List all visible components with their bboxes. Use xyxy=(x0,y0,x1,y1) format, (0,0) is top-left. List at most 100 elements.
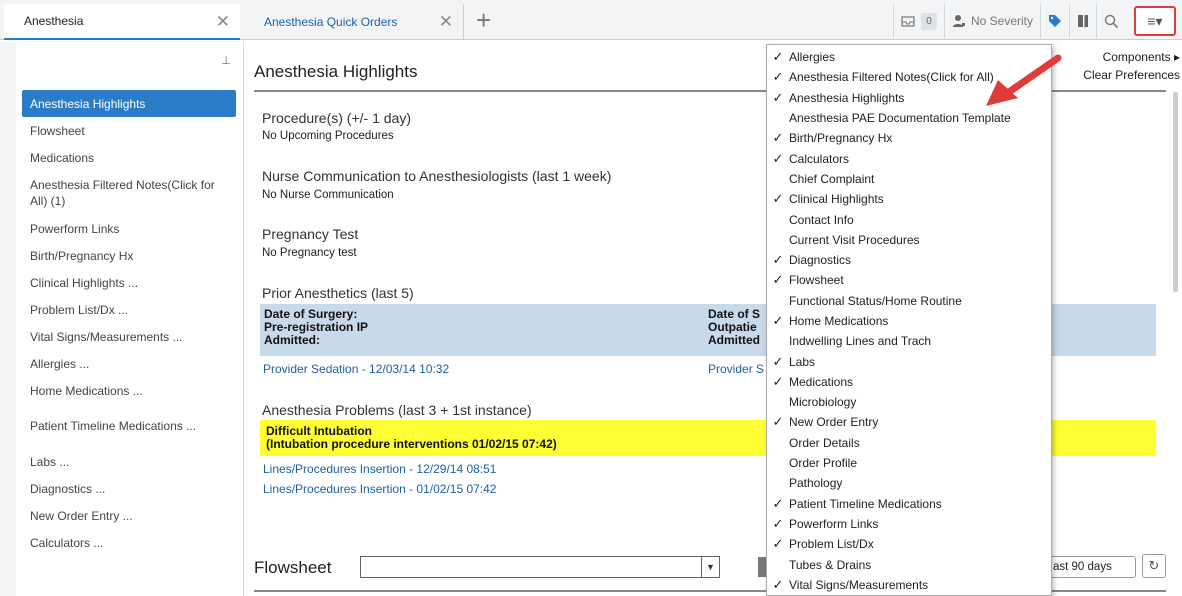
sidebar-item-clinical-highlights[interactable]: Clinical Highlights ... xyxy=(22,269,236,296)
dropdown-item-label: Flowsheet xyxy=(789,273,844,288)
tab-label: Anesthesia Quick Orders xyxy=(264,15,398,29)
nurse-communication-value: No Nurse Communication xyxy=(262,189,394,201)
inbox-icon xyxy=(901,16,915,27)
sidebar-item-birth-pregnancy-hx[interactable]: Birth/Pregnancy Hx xyxy=(22,242,236,269)
dropdown-item[interactable]: Functional Status/Home Routine xyxy=(767,291,1051,311)
dropdown-item-label: Allergies xyxy=(789,50,836,65)
checkmark-icon: ✓ xyxy=(772,536,784,552)
dropdown-item[interactable]: Chief Complaint xyxy=(767,169,1051,189)
checkmark-icon: ✓ xyxy=(772,150,784,166)
nurse-communication-title: Nurse Communication to Anesthesiologists… xyxy=(262,168,612,184)
sidebar-item-flowsheet[interactable]: Flowsheet xyxy=(22,117,236,144)
severity-button[interactable]: No Severity xyxy=(943,4,1040,38)
procedures-title: Procedure(s) (+/- 1 day) xyxy=(262,110,411,126)
sidebar-item-vital-signs[interactable]: Vital Signs/Measurements ... xyxy=(22,323,236,350)
search-button[interactable] xyxy=(1096,4,1126,38)
dropdown-item[interactable]: ✓ Problem List/Dx xyxy=(767,534,1051,554)
dropdown-item[interactable]: ✓ Powerform Links xyxy=(767,514,1051,534)
checkmark-icon: ✓ xyxy=(772,515,784,531)
tab-anesthesia[interactable]: Anesthesia ✕ xyxy=(4,4,240,40)
vertical-scrollbar[interactable] xyxy=(1173,92,1178,292)
dropdown-item-label: Anesthesia Filtered Notes(Click for All) xyxy=(789,70,994,85)
dropdown-item-label: Clinical Highlights xyxy=(789,192,884,207)
components-dropdown: ✓ Allergies ✓ Anesthesia Filtered Notes(Cli… xyxy=(766,44,1052,596)
tag-icon xyxy=(1049,15,1061,27)
toolbar: 0 No Severity ≡▾ xyxy=(892,4,1176,38)
clear-preferences-menu-item[interactable]: Clear Preferences xyxy=(1052,66,1182,84)
dropdown-item-label: Home Medications xyxy=(789,314,889,328)
close-icon[interactable]: ✕ xyxy=(439,13,453,30)
pregnancy-test-value: No Pregnancy test xyxy=(262,247,357,259)
lines-procedures-link[interactable]: Lines/Procedures Insertion - 12/29/14 08… xyxy=(263,462,496,476)
checkmark-icon: ✓ xyxy=(772,373,784,389)
dropdown-item[interactable]: ✓ Diagnostics xyxy=(767,250,1051,270)
dropdown-item[interactable]: ✓ Home Medications xyxy=(767,311,1051,331)
dropdown-item[interactable]: Current Visit Procedures xyxy=(767,230,1051,250)
dropdown-item-label: Powerform Links xyxy=(789,516,879,531)
prior-anesthetics-title: Prior Anesthetics (last 5) xyxy=(262,285,414,301)
dropdown-item-label: Current Visit Procedures xyxy=(789,232,920,247)
book-button[interactable] xyxy=(1069,4,1096,38)
dropdown-item[interactable]: ✓ Vital Signs/Measurements xyxy=(767,575,1051,595)
sidebar-item-allergies[interactable]: Allergies ... xyxy=(22,350,236,377)
menu-button[interactable]: ≡▾ xyxy=(1134,6,1176,36)
checkmark-icon: ✓ xyxy=(772,495,784,511)
add-tab-icon[interactable]: + xyxy=(476,6,491,34)
sidebar-item-anesthesia-filtered-notes[interactable]: Anesthesia Filtered Notes(Click for All)… xyxy=(22,171,236,215)
sidebar-item-home-medications[interactable]: Home Medications ... xyxy=(22,377,236,404)
flowsheet-select[interactable]: ▼ xyxy=(360,556,720,578)
dropdown-item[interactable]: ✓ Calculators xyxy=(767,148,1051,168)
dropdown-item[interactable]: ✓ Birth/Pregnancy Hx xyxy=(767,128,1051,148)
sidebar-item-labs[interactable]: Labs ... xyxy=(22,448,236,475)
lines-procedures-link[interactable]: Lines/Procedures Insertion - 01/02/15 07… xyxy=(263,482,496,496)
dropdown-item-label: Anesthesia Highlights xyxy=(789,90,905,105)
checkmark-icon: ✓ xyxy=(772,252,784,268)
checkmark-icon: ✓ xyxy=(772,69,784,85)
dropdown-item-label: Diagnostics xyxy=(789,253,852,268)
dropdown-item[interactable]: ✓ Labs xyxy=(767,351,1051,371)
dropdown-item[interactable]: Microbiology xyxy=(767,392,1051,412)
checkmark-icon: ✓ xyxy=(772,89,784,105)
refresh-icon[interactable]: ↻ xyxy=(1142,554,1166,578)
problem-detail: (Intubation procedure interventions 01/0… xyxy=(266,437,557,451)
inbox-button[interactable]: 0 xyxy=(892,4,944,38)
dropdown-item[interactable]: Tubes & Drains xyxy=(767,554,1051,574)
sidebar-item-problem-list[interactable]: Problem List/Dx ... xyxy=(22,296,236,323)
dropdown-item[interactable]: ✓ Patient Timeline Medications xyxy=(767,494,1051,514)
procedures-value: No Upcoming Procedures xyxy=(262,130,394,142)
dropdown-item[interactable]: Order Details xyxy=(767,433,1051,453)
sidebar-item-medications[interactable]: Medications xyxy=(22,144,236,171)
tab-label: Anesthesia xyxy=(24,14,84,28)
user-icon xyxy=(952,15,965,27)
sidebar-item-calculators[interactable]: Calculators ... xyxy=(22,529,236,556)
dropdown-item[interactable]: ✓ Medications xyxy=(767,372,1051,392)
sidebar-item-new-order-entry[interactable]: New Order Entry ... xyxy=(22,502,236,529)
dropdown-item[interactable]: Indwelling Lines and Trach xyxy=(767,331,1051,351)
tab-anesthesia-quick-orders[interactable]: Anesthesia Quick Orders ✕ xyxy=(248,4,464,40)
dropdown-item[interactable]: ✓ Flowsheet xyxy=(767,270,1051,290)
dropdown-item[interactable]: Contact Info xyxy=(767,209,1051,229)
sidebar-item-powerform-links[interactable]: Powerform Links xyxy=(22,215,236,242)
components-menu-item[interactable]: Components ▸ xyxy=(1052,48,1182,66)
date-range-button[interactable]: ast 90 days xyxy=(1046,556,1136,578)
dropdown-item[interactable]: Pathology xyxy=(767,473,1051,493)
checkmark-icon: ✓ xyxy=(772,191,784,207)
pregnancy-test-title: Pregnancy Test xyxy=(262,226,359,242)
dropdown-item-label: Labs xyxy=(789,354,816,369)
dropdown-item-label: Chief Complaint xyxy=(789,171,875,186)
dropdown-item[interactable]: ✓ New Order Entry xyxy=(767,412,1051,432)
tag-button[interactable] xyxy=(1040,4,1069,38)
checkmark-icon: ✓ xyxy=(772,414,784,430)
sidebar-item-anesthesia-highlights[interactable]: Anesthesia Highlights xyxy=(22,90,236,117)
dropdown-item[interactable]: Anesthesia PAE Documentation Template xyxy=(767,108,1051,128)
dropdown-item[interactable]: ✓ Clinical Highlights xyxy=(767,189,1051,209)
close-icon[interactable]: ✕ xyxy=(216,13,230,30)
chevron-down-icon[interactable]: ▼ xyxy=(701,557,719,577)
dropdown-item[interactable]: Order Profile xyxy=(767,453,1051,473)
sidebar-item-patient-timeline-medications[interactable]: Patient Timeline Medications ... xyxy=(22,404,236,448)
dropdown-item-label: Problem List/Dx xyxy=(789,537,874,552)
pin-icon[interactable]: ⊥ xyxy=(221,54,231,67)
provider-sedation-link[interactable]: Provider Sedation - 12/03/14 10:32 xyxy=(263,362,449,376)
sidebar-item-diagnostics[interactable]: Diagnostics ... xyxy=(22,475,236,502)
provider-sedation-link-2[interactable]: Provider S xyxy=(708,362,764,376)
